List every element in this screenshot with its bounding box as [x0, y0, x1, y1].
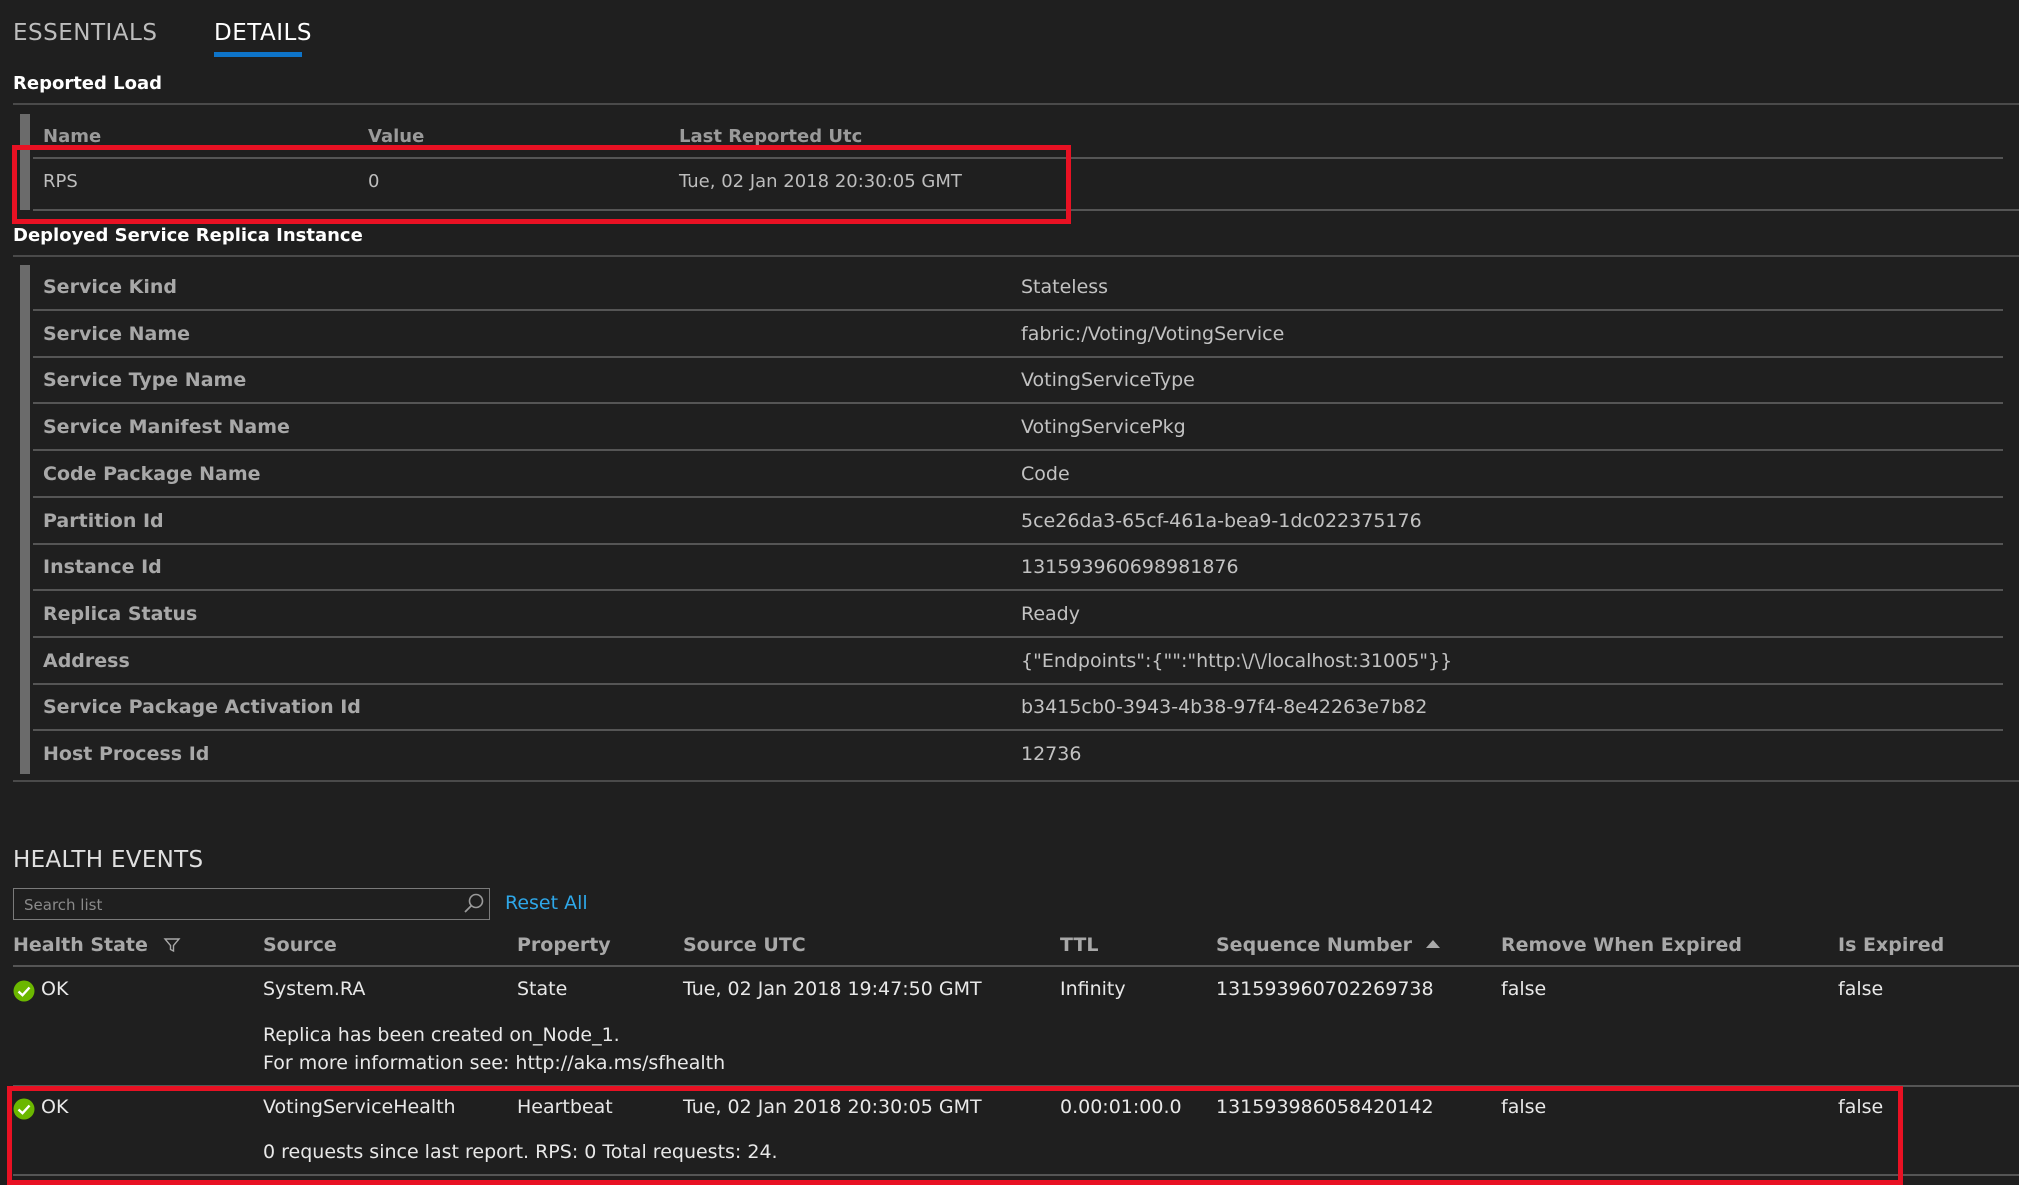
column-header-value[interactable]: Value [368, 126, 424, 147]
detail-value: fabric:/Voting/VotingService [1021, 322, 1285, 345]
section-divider [13, 780, 2019, 782]
search-input[interactable] [22, 892, 466, 918]
row-divider [33, 157, 2003, 159]
detail-key: Service Name [43, 322, 191, 345]
row-divider [33, 449, 2003, 452]
load-value-cell: 0 [368, 171, 380, 192]
event-source: System.RA [263, 978, 366, 1000]
column-header-name[interactable]: Name [43, 126, 101, 147]
filter-icon[interactable] [163, 936, 181, 954]
row-divider [33, 495, 2003, 498]
row-divider [33, 589, 2003, 592]
column-header-label: Sequence Number [1216, 934, 1412, 956]
column-header-ttl[interactable]: TTL [1060, 934, 1098, 956]
detail-key: Host Process Id [43, 743, 210, 765]
detail-value: 5ce26da3-65cf-461a-bea9-1dc022375176 [1021, 509, 1422, 532]
column-header-is-expired[interactable]: Is Expired [1838, 934, 1944, 956]
row-divider [33, 635, 2003, 638]
table-accent-bar [20, 114, 30, 210]
event-ttl: Infinity [1060, 978, 1126, 1000]
load-name-cell: RPS [43, 171, 78, 192]
ok-check-icon [13, 1098, 35, 1120]
row-divider [33, 355, 2003, 358]
tab-essentials[interactable]: ESSENTIALS [13, 20, 157, 46]
row-divider [33, 402, 2003, 405]
load-last-reported-cell: Tue, 02 Jan 2018 20:30:05 GMT [679, 171, 962, 192]
column-header-property[interactable]: Property [517, 934, 611, 956]
reset-all-link[interactable]: Reset All [505, 892, 588, 914]
detail-value: Code [1021, 462, 1070, 485]
section-divider [13, 103, 2019, 105]
search-icon[interactable] [461, 891, 487, 917]
row-divider [33, 729, 2003, 732]
section-divider [13, 255, 2019, 257]
event-description-line: For more information see: http://aka.ms/… [263, 1052, 726, 1074]
detail-value: {"Endpoints":{"":"http:\/\/localhost:310… [1021, 649, 1453, 672]
detail-value: Ready [1021, 602, 1080, 625]
event-remove-when-expired: false [1501, 1096, 1547, 1118]
replica-section-title: Deployed Service Replica Instance [13, 225, 363, 246]
event-source-utc: Tue, 02 Jan 2018 19:47:50 GMT [683, 978, 982, 1000]
column-header-sequence-number[interactable]: Sequence Number [1216, 934, 1441, 956]
event-source: VotingServiceHealth [263, 1096, 456, 1118]
search-box[interactable] [13, 888, 490, 920]
event-ttl: 0.00:01:00.0 [1060, 1096, 1182, 1118]
detail-key: Service Type Name [43, 369, 247, 392]
detail-key: Service Manifest Name [43, 416, 290, 439]
event-health-state: OK [41, 1096, 69, 1118]
event-property: State [517, 978, 568, 1000]
sort-ascending-icon [1425, 940, 1440, 948]
column-header-source-utc[interactable]: Source UTC [683, 934, 806, 956]
detail-key: Partition Id [43, 509, 164, 532]
detail-key: Service Kind [43, 276, 177, 298]
column-header-last-reported[interactable]: Last Reported Utc [679, 126, 862, 147]
row-divider [33, 209, 2019, 211]
row-divider [33, 682, 2003, 685]
detail-key: Service Package Activation Id [43, 696, 361, 719]
detail-value: 12736 [1021, 743, 1082, 765]
event-source-utc: Tue, 02 Jan 2018 20:30:05 GMT [683, 1096, 982, 1118]
header-divider [13, 965, 2019, 967]
row-divider [13, 1085, 2019, 1087]
table-accent-bar [20, 265, 30, 774]
event-is-expired: false [1838, 978, 1884, 1000]
tab-details[interactable]: DETAILS [214, 20, 312, 46]
row-divider [33, 542, 2003, 545]
detail-key: Address [43, 649, 130, 672]
detail-key: Instance Id [43, 556, 162, 579]
detail-value: VotingServicePkg [1021, 416, 1186, 439]
tab-active-indicator [214, 52, 302, 57]
row-divider [33, 309, 2003, 311]
column-header-source[interactable]: Source [263, 934, 337, 956]
detail-value: Stateless [1021, 276, 1109, 298]
detail-key: Code Package Name [43, 462, 261, 485]
health-events-title: HEALTH EVENTS [13, 847, 204, 873]
column-header-label: Health State [13, 934, 148, 956]
detail-value: b3415cb0-3943-4b38-97f4-8e42263e7b82 [1021, 696, 1428, 719]
detail-value: VotingServiceType [1021, 369, 1195, 392]
event-sequence-number: 131593960702269738 [1216, 978, 1434, 1000]
event-description-line: Replica has been created on_Node_1. [263, 1024, 620, 1046]
column-header-health-state[interactable]: Health State [13, 934, 181, 956]
reported-load-title: Reported Load [13, 73, 163, 94]
event-health-state: OK [41, 978, 69, 1000]
event-property: Heartbeat [517, 1096, 613, 1118]
event-is-expired: false [1838, 1096, 1884, 1118]
event-remove-when-expired: false [1501, 978, 1547, 1000]
row-divider [13, 1174, 2019, 1176]
ok-check-icon [13, 980, 35, 1002]
detail-key: Replica Status [43, 602, 198, 625]
event-description-line: 0 requests since last report. RPS: 0 Tot… [263, 1141, 778, 1163]
column-header-remove-when-expired[interactable]: Remove When Expired [1501, 934, 1742, 956]
event-sequence-number: 131593986058420142 [1216, 1096, 1434, 1118]
detail-value: 131593960698981876 [1021, 556, 1239, 579]
